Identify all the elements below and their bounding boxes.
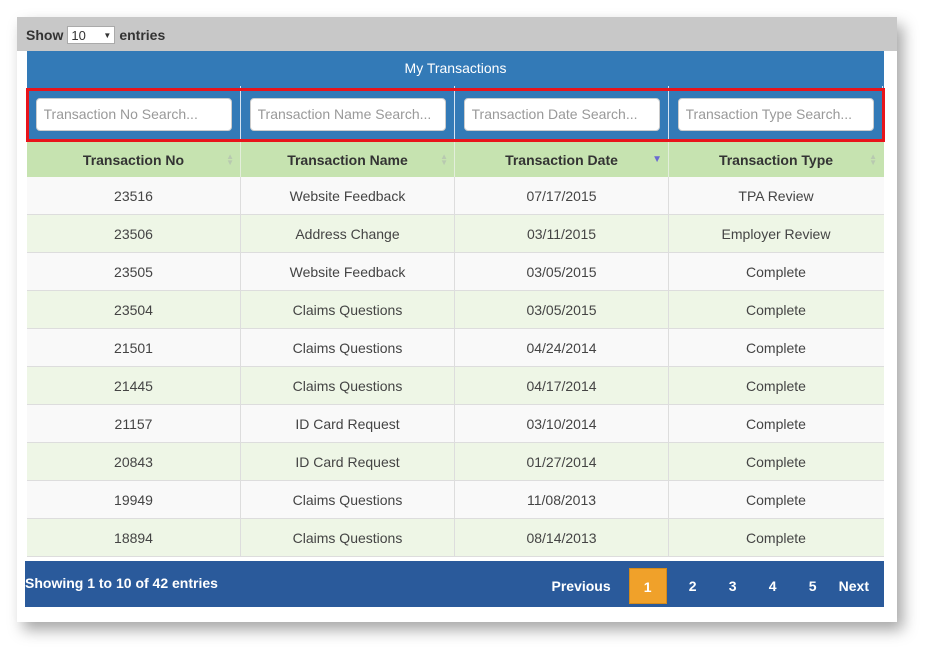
length-menu-prefix: Show	[26, 27, 64, 43]
table-row[interactable]: 19949 Claims Questions 11/08/2013 Comple…	[27, 481, 884, 519]
page-button-2[interactable]: 2	[673, 568, 713, 604]
search-cell	[241, 86, 455, 142]
cell-transaction-date: 11/08/2013	[455, 481, 669, 518]
transaction-name-search-input[interactable]	[249, 97, 446, 131]
column-header-label: Transaction Date	[505, 151, 618, 168]
cell-transaction-name: Website Feedback	[241, 253, 455, 290]
cell-transaction-no: 20843	[27, 443, 241, 480]
table-title: My Transactions	[27, 51, 884, 86]
cell-transaction-no: 18894	[27, 519, 241, 556]
cell-transaction-no: 23516	[27, 177, 241, 214]
transactions-table: My Transactions Transaction No ▲▼ Transa	[26, 51, 885, 557]
column-header-label: Transaction Type	[718, 151, 834, 168]
cell-transaction-type: Complete	[746, 453, 806, 470]
cell-transaction-type: Complete	[746, 377, 806, 394]
cell-transaction-no: 21157	[27, 405, 241, 442]
table-row[interactable]: 23504 Claims Questions 03/05/2015 Comple…	[27, 291, 884, 329]
column-header-transaction-name[interactable]: Transaction Name ▲ ▼	[241, 142, 455, 177]
sort-both-icon: ▲ ▼	[440, 152, 448, 167]
cell-transaction-date: 04/17/2014	[455, 367, 669, 404]
table-panel: Show 10 ▼ entries My Transactions Transa…	[17, 17, 897, 622]
cell-transaction-date: 03/05/2015	[455, 291, 669, 328]
cell-transaction-no: 23504	[27, 291, 241, 328]
search-cell	[455, 86, 669, 142]
cell-transaction-date: 08/14/2013	[455, 519, 669, 556]
cell-transaction-name: Address Change	[241, 215, 455, 252]
transaction-type-search-input[interactable]	[677, 97, 874, 131]
caret-down-icon: ▼	[103, 30, 112, 40]
entries-select[interactable]: 10 ▼	[67, 26, 116, 44]
column-search-row	[26, 86, 885, 142]
page-button-1[interactable]: 1	[628, 568, 667, 604]
cell-transaction-type: TPA Review	[738, 187, 814, 204]
entries-select-value: 10	[71, 27, 86, 43]
page-button-4[interactable]: 4	[753, 568, 793, 604]
cell-transaction-name: Claims Questions	[241, 367, 455, 404]
page-button-3[interactable]: 3	[713, 568, 753, 604]
cell-transaction-type: Complete	[746, 491, 806, 508]
length-menu: Show 10 ▼ entries	[26, 26, 165, 44]
cell-transaction-name: ID Card Request	[241, 405, 455, 442]
cell-transaction-name: ID Card Request	[241, 443, 455, 480]
cell-transaction-name: Website Feedback	[241, 177, 455, 214]
cell-transaction-type: Complete	[746, 263, 806, 280]
transaction-date-search-input[interactable]	[463, 97, 660, 131]
page-button-5[interactable]: 5	[793, 568, 833, 604]
cell-transaction-no: 21445	[27, 367, 241, 404]
cell-transaction-no: 23505	[27, 253, 241, 290]
column-header-transaction-type[interactable]: Transaction Type ▲ ▼	[669, 142, 883, 177]
table-row[interactable]: 20843 ID Card Request 01/27/2014 Complet…	[27, 443, 884, 481]
pagination: Previous 1 2 3 4 5 Next	[552, 568, 885, 604]
table-row[interactable]: 23506 Address Change 03/11/2015 Employer…	[27, 215, 884, 253]
cell-transaction-date: 03/10/2014	[455, 405, 669, 442]
cell-transaction-name: Claims Questions	[241, 329, 455, 366]
column-header-transaction-no[interactable]: Transaction No ▲ ▼	[27, 142, 241, 177]
column-header-label: Transaction Name	[287, 151, 408, 168]
column-header-transaction-date[interactable]: Transaction Date ▼	[455, 142, 669, 177]
cell-transaction-date: 01/27/2014	[455, 443, 669, 480]
entries-info: Showing 1 to 10 of 42 entries	[25, 575, 218, 591]
cell-transaction-type: Employer Review	[721, 225, 831, 242]
transaction-no-search-input[interactable]	[35, 97, 232, 131]
cell-transaction-date: 03/05/2015	[455, 253, 669, 290]
search-cell	[27, 86, 241, 142]
cell-transaction-name: Claims Questions	[241, 291, 455, 328]
sort-both-icon: ▲ ▼	[226, 152, 234, 167]
cell-transaction-date: 07/17/2015	[455, 177, 669, 214]
length-menu-suffix: entries	[119, 27, 166, 43]
table-row[interactable]: 21501 Claims Questions 04/24/2014 Comple…	[27, 329, 884, 367]
next-page-button[interactable]: Next	[833, 568, 884, 604]
sort-both-icon: ▲ ▼	[869, 152, 877, 167]
cell-transaction-date: 04/24/2014	[455, 329, 669, 366]
table-row[interactable]: 23516 Website Feedback 07/17/2015 TPA Re…	[27, 177, 884, 215]
table-row[interactable]: 21445 Claims Questions 04/17/2014 Comple…	[27, 367, 884, 405]
table-row[interactable]: 18894 Claims Questions 08/14/2013 Comple…	[27, 519, 884, 557]
cell-transaction-no: 21501	[27, 329, 241, 366]
cell-transaction-type: Complete	[746, 415, 806, 432]
cell-transaction-name: Claims Questions	[241, 519, 455, 556]
table-footer: Showing 1 to 10 of 42 entries Previous 1…	[25, 561, 884, 607]
cell-transaction-type: Complete	[746, 529, 806, 546]
table-body: 23516 Website Feedback 07/17/2015 TPA Re…	[27, 177, 884, 557]
previous-page-button[interactable]: Previous	[552, 568, 629, 604]
cell-transaction-type: Complete	[746, 339, 806, 356]
sort-descending-icon: ▼	[652, 154, 662, 165]
cell-transaction-type: Complete	[746, 301, 806, 318]
column-header-row: Transaction No ▲ ▼ Transaction Name ▲ ▼ Tr…	[27, 142, 884, 177]
cell-transaction-no: 23506	[27, 215, 241, 252]
table-row[interactable]: 23505 Website Feedback 03/05/2015 Comple…	[27, 253, 884, 291]
cell-transaction-name: Claims Questions	[241, 481, 455, 518]
search-cell	[669, 86, 883, 142]
table-row[interactable]: 21157 ID Card Request 03/10/2014 Complet…	[27, 405, 884, 443]
cell-transaction-date: 03/11/2015	[455, 215, 669, 252]
column-header-label: Transaction No	[82, 151, 185, 168]
cell-transaction-no: 19949	[27, 481, 241, 518]
